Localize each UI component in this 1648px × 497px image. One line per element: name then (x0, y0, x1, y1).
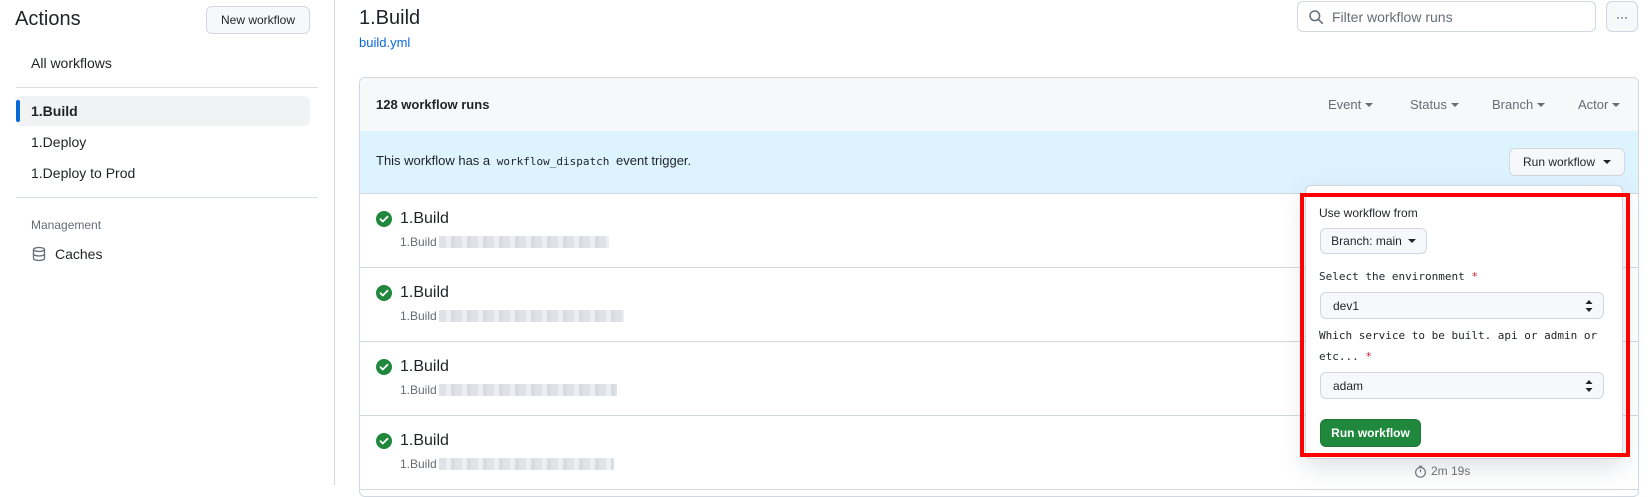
caret-down-icon (1603, 160, 1612, 164)
sidebar-divider (16, 197, 318, 198)
sidebar-divider (16, 87, 318, 88)
service-select[interactable]: adam (1320, 372, 1604, 399)
event-filter[interactable]: Event (1328, 97, 1374, 112)
caches-label: Caches (55, 246, 103, 262)
required-mark: * (1365, 350, 1372, 363)
sidebar-item-all-workflows[interactable]: All workflows (16, 48, 310, 78)
more-options-button[interactable]: ··· (1606, 1, 1638, 32)
dispatch-text-before: This workflow has a (376, 153, 491, 168)
management-heading: Management (31, 218, 102, 232)
sidebar-item-build[interactable]: 1.Build (16, 96, 310, 126)
run-title[interactable]: 1.Build (400, 284, 449, 302)
success-check-icon (376, 433, 392, 449)
service-label: Which service to be built. api or admin … (1319, 325, 1609, 367)
run-subtitle-label: 1.Build (400, 457, 437, 471)
runs-header: 128 workflow runs Event Status Branch Ac… (360, 78, 1638, 132)
run-subtitle-label: 1.Build (400, 383, 437, 397)
branch-select-button[interactable]: Branch: main (1320, 228, 1427, 254)
caret-down-icon (1407, 239, 1416, 243)
redacted-text (438, 384, 617, 396)
runs-count: 128 workflow runs (376, 97, 490, 112)
run-subtitle: 1.Build (400, 457, 614, 471)
run-subtitle: 1.Build (400, 235, 609, 249)
run-duration: 2m 19s (1414, 464, 1470, 478)
stopwatch-icon (1415, 465, 1426, 478)
caret-down-icon (1537, 102, 1546, 107)
sidebar-item-caches[interactable]: Caches (31, 246, 102, 262)
run-title[interactable]: 1.Build (400, 358, 449, 376)
select-arrows-icon (1585, 380, 1593, 392)
search-icon (1309, 10, 1324, 25)
sidebar-item-deploy-prod[interactable]: 1.Deploy to Prod (16, 158, 310, 188)
run-workflow-submit-button[interactable]: Run workflow (1320, 419, 1421, 447)
environment-label-text: Select the environment (1319, 270, 1465, 283)
sidebar: Actions New workflow All workflows 1.Bui… (0, 0, 335, 485)
service-label-text: Which service to be built. api or admin … (1319, 329, 1598, 363)
run-subtitle-label: 1.Build (400, 235, 437, 249)
redacted-text (438, 310, 624, 322)
run-title[interactable]: 1.Build (400, 432, 449, 450)
redacted-text (438, 236, 609, 248)
new-workflow-button[interactable]: New workflow (206, 6, 310, 34)
success-check-icon (376, 285, 392, 301)
branch-label: Branch: main (1331, 234, 1402, 248)
dispatch-code: workflow_dispatch (496, 155, 610, 168)
run-subtitle-label: 1.Build (400, 309, 437, 323)
filter-runs-input[interactable]: Filter workflow runs (1297, 1, 1596, 32)
success-check-icon (376, 359, 392, 375)
database-icon (32, 246, 46, 262)
caret-down-icon (1612, 102, 1621, 107)
page-title: 1.Build (359, 7, 421, 29)
filter-placeholder: Filter workflow runs (1332, 8, 1453, 25)
run-workflow-label: Run workflow (1522, 155, 1596, 169)
redacted-text (438, 458, 614, 470)
use-workflow-from-label: Use workflow from (1319, 206, 1418, 220)
run-workflow-panel: Use workflow from Branch: main Select th… (1305, 185, 1623, 459)
run-subtitle: 1.Build (400, 383, 617, 397)
duration-label: 2m 19s (1431, 464, 1471, 478)
sidebar-item-deploy[interactable]: 1.Deploy (16, 127, 310, 157)
actor-filter[interactable]: Actor (1578, 97, 1621, 112)
select-arrows-icon (1585, 300, 1593, 312)
caret-down-icon (1450, 102, 1459, 107)
environment-value: dev1 (1333, 298, 1360, 313)
status-filter-label: Status (1410, 97, 1447, 112)
run-title[interactable]: 1.Build (400, 210, 449, 228)
actor-filter-label: Actor (1578, 97, 1609, 112)
sidebar-title: Actions (15, 8, 81, 30)
required-mark: * (1471, 270, 1478, 283)
status-filter[interactable]: Status (1410, 97, 1459, 112)
environment-label: Select the environment * (1319, 266, 1609, 287)
branch-filter-label: Branch (1492, 97, 1534, 112)
run-subtitle: 1.Build (400, 309, 624, 323)
environment-select[interactable]: dev1 (1320, 292, 1604, 319)
workflow-file-link[interactable]: build.yml (359, 35, 410, 50)
caret-down-icon (1365, 102, 1374, 107)
dispatch-text-after: event trigger. (616, 153, 692, 168)
event-filter-label: Event (1328, 97, 1362, 112)
run-workflow-dropdown-button[interactable]: Run workflow (1509, 148, 1625, 176)
branch-filter[interactable]: Branch (1492, 97, 1546, 112)
success-check-icon (376, 211, 392, 227)
service-value: adam (1333, 378, 1364, 393)
dispatch-text: This workflow has a workflow_dispatch ev… (376, 153, 691, 168)
